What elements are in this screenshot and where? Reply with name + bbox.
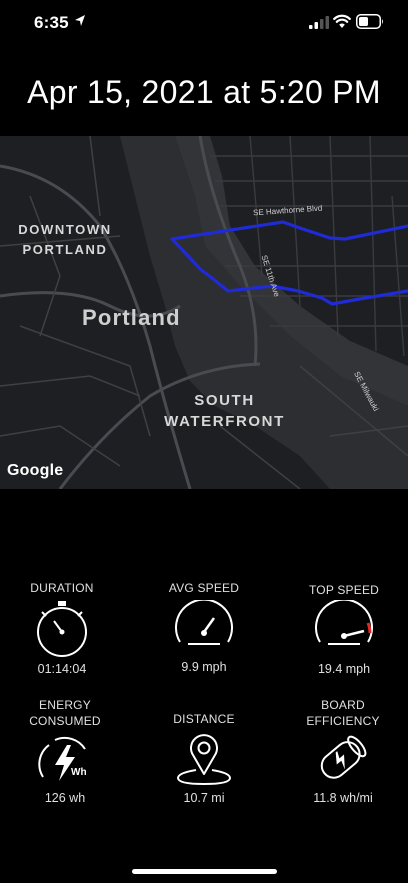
stopwatch-icon (37, 601, 87, 657)
map-pin-icon (176, 734, 232, 786)
map-label-waterfront: SOUTH WATERFRONT (164, 392, 285, 430)
battery-icon (356, 14, 383, 29)
speedometer-icon (175, 600, 233, 645)
stat-avg-speed-value: 9.9 mph (181, 660, 227, 674)
stat-energy-label: ENERGY CONSUMED (29, 698, 101, 728)
speedometer-max-icon (315, 600, 373, 645)
cellular-signal-icon (309, 16, 329, 29)
stat-energy-value: 126 wh (44, 791, 86, 805)
stat-avg-speed: AVG SPEED 9.9 mph (149, 580, 259, 680)
svg-text:Wh: Wh (71, 767, 87, 778)
wifi-icon (333, 14, 351, 28)
stat-duration: DURATION 01:14:04 (7, 580, 117, 680)
stat-duration-label: DURATION (30, 581, 94, 595)
route-map[interactable]: DOWNTOWN PORTLAND Portland SOUTH WATERFR… (0, 136, 408, 489)
map-label-city: Portland (82, 305, 181, 330)
stat-distance-value: 10.7 mi (183, 791, 225, 805)
stat-top-speed-value: 19.4 mph (317, 662, 371, 676)
status-bar: 6:35 (0, 0, 408, 46)
map-label-downtown: DOWNTOWN PORTLAND (18, 222, 112, 257)
status-time: 6:35 (34, 13, 69, 32)
stat-efficiency-value: 11.8 wh/mi (313, 791, 373, 805)
stat-top-speed-label: TOP SPEED (308, 583, 380, 597)
energy-bolt-icon: Wh (38, 736, 87, 781)
location-arrow-icon (75, 15, 85, 26)
stat-duration-value: 01:14:04 (37, 662, 87, 676)
stat-distance-label: DISTANCE (173, 712, 235, 726)
ride-date-title: Apr 15, 2021 at 5:20 PM (27, 74, 381, 110)
home-indicator[interactable] (132, 869, 277, 874)
stat-efficiency: BOARD EFFICIENCY 11.8 wh/mi (288, 697, 398, 807)
stat-efficiency-label: BOARD EFFICIENCY (306, 698, 380, 728)
map-background (0, 136, 408, 489)
google-attribution[interactable]: Google (7, 462, 63, 480)
stat-avg-speed-label: AVG SPEED (168, 581, 240, 595)
stat-top-speed: TOP SPEED 19.4 mph (289, 582, 399, 682)
stat-distance: DISTANCE 10.7 mi (149, 711, 259, 811)
battery-bolt-icon (320, 735, 367, 779)
stat-energy: ENERGY CONSUMED Wh 126 wh (10, 697, 120, 807)
